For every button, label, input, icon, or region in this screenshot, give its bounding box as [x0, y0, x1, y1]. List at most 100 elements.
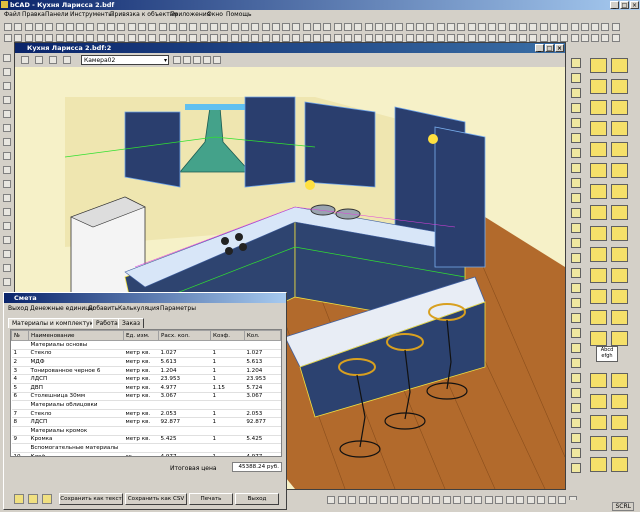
- toolbar-tool-icon[interactable]: [302, 23, 311, 31]
- toolbar-tool-icon[interactable]: [457, 23, 466, 31]
- table-row[interactable]: 2 МДФ метр кв. 5.613 1 5.613: [11, 357, 281, 367]
- toolbar-tool-icon[interactable]: [96, 23, 105, 31]
- snap-tool-icon[interactable]: [537, 496, 545, 504]
- toolbar-tool-icon[interactable]: [261, 34, 270, 42]
- palette-small-icon[interactable]: [571, 223, 581, 233]
- snap-tool-icon[interactable]: [505, 496, 514, 504]
- toolbar-tool-icon[interactable]: [65, 34, 74, 42]
- view-icon-1[interactable]: [21, 56, 29, 64]
- table-row[interactable]: 4 ЛДСП метр кв. 23.953 1 23.953: [11, 374, 281, 384]
- toolbar-tool-icon[interactable]: [251, 23, 260, 31]
- palette-large-icon[interactable]: [611, 163, 628, 178]
- view-icon-3[interactable]: [49, 56, 57, 64]
- menu-edit[interactable]: Правка: [22, 11, 45, 18]
- palette-small-icon[interactable]: [571, 208, 581, 218]
- snap-tool-icon[interactable]: [432, 496, 440, 504]
- toolbar-tool-icon[interactable]: [405, 23, 414, 31]
- snap-tool-icon[interactable]: [516, 496, 524, 504]
- snap-tool-icon[interactable]: [526, 496, 535, 504]
- column-header[interactable]: Ед. изм.: [123, 330, 159, 341]
- toolbar-tool-icon[interactable]: [343, 23, 352, 31]
- toolbar-tool-icon[interactable]: [488, 34, 497, 42]
- toolbar-tool-icon[interactable]: [86, 23, 95, 31]
- dialog-menu-calc[interactable]: Калькуляция: [118, 305, 160, 312]
- maximize-button[interactable]: □: [620, 1, 629, 9]
- toolbar-tool-icon[interactable]: [395, 23, 404, 31]
- palette-small-icon[interactable]: [571, 268, 581, 278]
- snap-tool-icon[interactable]: [442, 496, 451, 504]
- toolbar-tool-icon[interactable]: [519, 23, 527, 31]
- snap-tool-icon[interactable]: [327, 496, 335, 504]
- palette-small-icon[interactable]: [571, 253, 581, 263]
- palette-large-icon[interactable]: [611, 226, 628, 241]
- toolbar-tool-icon[interactable]: [405, 34, 414, 42]
- toolbar-tool-icon[interactable]: [364, 23, 373, 31]
- toolbar-tool-icon[interactable]: [570, 34, 579, 42]
- tab-order[interactable]: Заказ: [118, 318, 145, 328]
- palette-large-icon[interactable]: [590, 331, 607, 346]
- column-header[interactable]: Коэф.: [210, 330, 245, 341]
- toolbar-tool-icon[interactable]: [34, 23, 43, 31]
- toolbar-tool-icon[interactable]: [271, 23, 280, 31]
- table-row[interactable]: Материалы облицовки: [11, 400, 281, 410]
- toolbar-tool-icon[interactable]: [333, 23, 342, 31]
- toolbar-tool-icon[interactable]: [24, 34, 33, 42]
- column-header[interactable]: Наименование: [28, 330, 124, 341]
- snap-tool-icon[interactable]: [379, 496, 388, 504]
- toolbar-tool-icon[interactable]: [560, 34, 569, 42]
- toolbar-tool-icon[interactable]: [117, 34, 126, 42]
- table-row[interactable]: 5 ДВП метр кв. 4.977 1.15 5.724: [11, 383, 281, 393]
- draw-tool-icon[interactable]: [3, 138, 11, 146]
- snap-tool-icon[interactable]: [547, 496, 556, 504]
- palette-large-icon[interactable]: [611, 436, 628, 451]
- toolbar-tool-icon[interactable]: [302, 34, 311, 42]
- snap-tool-icon[interactable]: [400, 496, 409, 504]
- palette-small-icon[interactable]: [571, 118, 581, 128]
- snap-tool-icon[interactable]: [421, 496, 430, 504]
- menu-window[interactable]: Окно: [207, 11, 223, 18]
- toolbar-tool-icon[interactable]: [385, 23, 394, 31]
- play-back-icon[interactable]: [173, 56, 181, 64]
- toolbar-tool-icon[interactable]: [467, 34, 476, 42]
- palette-small-icon[interactable]: [571, 328, 581, 338]
- palette-small-icon[interactable]: [571, 358, 581, 368]
- toolbar-tool-icon[interactable]: [34, 34, 43, 42]
- toolbar-tool-icon[interactable]: [127, 23, 136, 31]
- toolbar-tool-icon[interactable]: [591, 34, 600, 42]
- palette-large-icon[interactable]: [611, 373, 628, 388]
- toolbar-tool-icon[interactable]: [374, 23, 383, 31]
- palette-large-icon[interactable]: [611, 205, 628, 220]
- toolbar-tool-icon[interactable]: [117, 23, 126, 31]
- pause-icon[interactable]: [193, 56, 201, 64]
- toolbar-tool-icon[interactable]: [55, 34, 64, 42]
- table-row[interactable]: 7 Стекло метр кв. 2.053 1 2.053: [11, 409, 281, 419]
- palette-small-icon[interactable]: [571, 58, 581, 68]
- palette-large-icon[interactable]: [590, 436, 607, 451]
- toolbar-tool-icon[interactable]: [416, 23, 424, 31]
- toolbar-tool-icon[interactable]: [55, 23, 64, 31]
- draw-tool-icon[interactable]: [3, 166, 11, 174]
- toolbar-tool-icon[interactable]: [323, 34, 332, 42]
- palette-small-icon[interactable]: [571, 418, 581, 428]
- palette-large-icon[interactable]: [590, 184, 607, 199]
- snap-tool-icon[interactable]: [474, 496, 482, 504]
- palette-small-icon[interactable]: [571, 283, 581, 293]
- check-icon[interactable]: [14, 494, 24, 504]
- palette-small-icon[interactable]: [571, 133, 581, 143]
- toolbar-tool-icon[interactable]: [240, 23, 249, 31]
- menu-tools[interactable]: Инструменты: [70, 11, 113, 18]
- toolbar-tool-icon[interactable]: [220, 34, 229, 42]
- toolbar-tool-icon[interactable]: [127, 34, 136, 42]
- toolbar-tool-icon[interactable]: [189, 34, 198, 42]
- doc-close-button[interactable]: ×: [555, 44, 564, 52]
- toolbar-tool-icon[interactable]: [385, 34, 394, 42]
- toolbar-tool-icon[interactable]: [4, 34, 12, 42]
- toolbar-tool-icon[interactable]: [210, 23, 218, 31]
- snap-tool-icon[interactable]: [337, 496, 346, 504]
- palette-small-icon[interactable]: [571, 298, 581, 308]
- snap-tool-icon[interactable]: [411, 496, 419, 504]
- toolbar-tool-icon[interactable]: [374, 34, 383, 42]
- toolbar-tool-icon[interactable]: [251, 34, 260, 42]
- save-as-csv-button[interactable]: Сохранить как CSV: [125, 493, 187, 505]
- draw-tool-icon[interactable]: [3, 82, 11, 90]
